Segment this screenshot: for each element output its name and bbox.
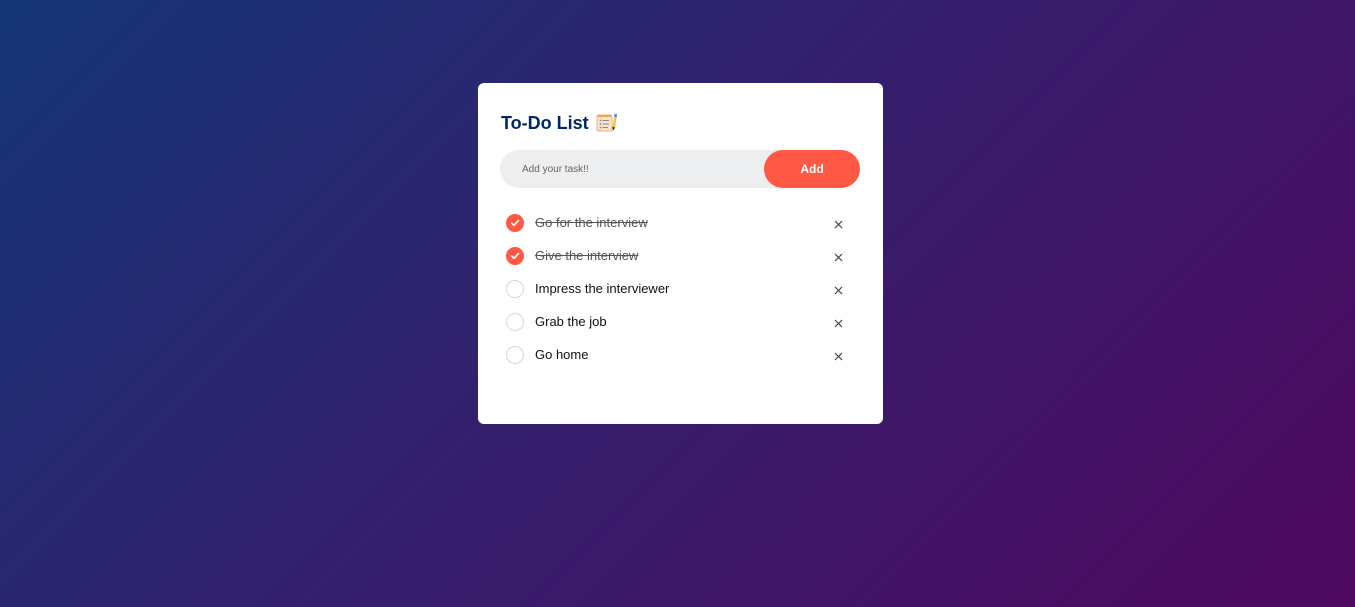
close-icon[interactable] bbox=[831, 283, 845, 297]
notepad-icon bbox=[596, 113, 618, 133]
add-task-row: Add bbox=[500, 150, 860, 188]
checkmark-icon bbox=[510, 252, 520, 259]
close-icon[interactable] bbox=[831, 316, 845, 330]
close-icon[interactable] bbox=[831, 349, 845, 363]
task-label: Go home bbox=[535, 347, 589, 362]
task-label: Go for the interview bbox=[535, 215, 648, 230]
title-row: To-Do List bbox=[501, 112, 618, 134]
task-label: Grab the job bbox=[535, 314, 607, 329]
checked-checkbox[interactable] bbox=[506, 246, 524, 265]
task-item[interactable]: Give the interview bbox=[506, 245, 856, 278]
unchecked-checkbox[interactable] bbox=[506, 279, 524, 298]
task-item[interactable]: Go home bbox=[506, 344, 856, 377]
task-list: Go for the interview Give the interview Im… bbox=[506, 212, 856, 377]
unchecked-checkbox[interactable] bbox=[506, 345, 524, 364]
app-title: To-Do List bbox=[501, 113, 589, 133]
checked-checkbox[interactable] bbox=[506, 213, 524, 232]
task-item[interactable]: Impress the interviewer bbox=[506, 278, 856, 311]
task-item[interactable]: Go for the interview bbox=[506, 212, 856, 245]
todo-card: To-Do List Add Go for the interview Give … bbox=[478, 83, 883, 424]
checkmark-icon bbox=[510, 219, 520, 226]
task-input[interactable] bbox=[500, 150, 764, 188]
close-icon[interactable] bbox=[831, 250, 845, 264]
unchecked-checkbox[interactable] bbox=[506, 312, 524, 331]
task-label: Impress the interviewer bbox=[535, 281, 670, 296]
add-button[interactable]: Add bbox=[764, 150, 860, 188]
close-icon[interactable] bbox=[831, 217, 845, 231]
task-label: Give the interview bbox=[535, 248, 639, 263]
task-item[interactable]: Grab the job bbox=[506, 311, 856, 344]
